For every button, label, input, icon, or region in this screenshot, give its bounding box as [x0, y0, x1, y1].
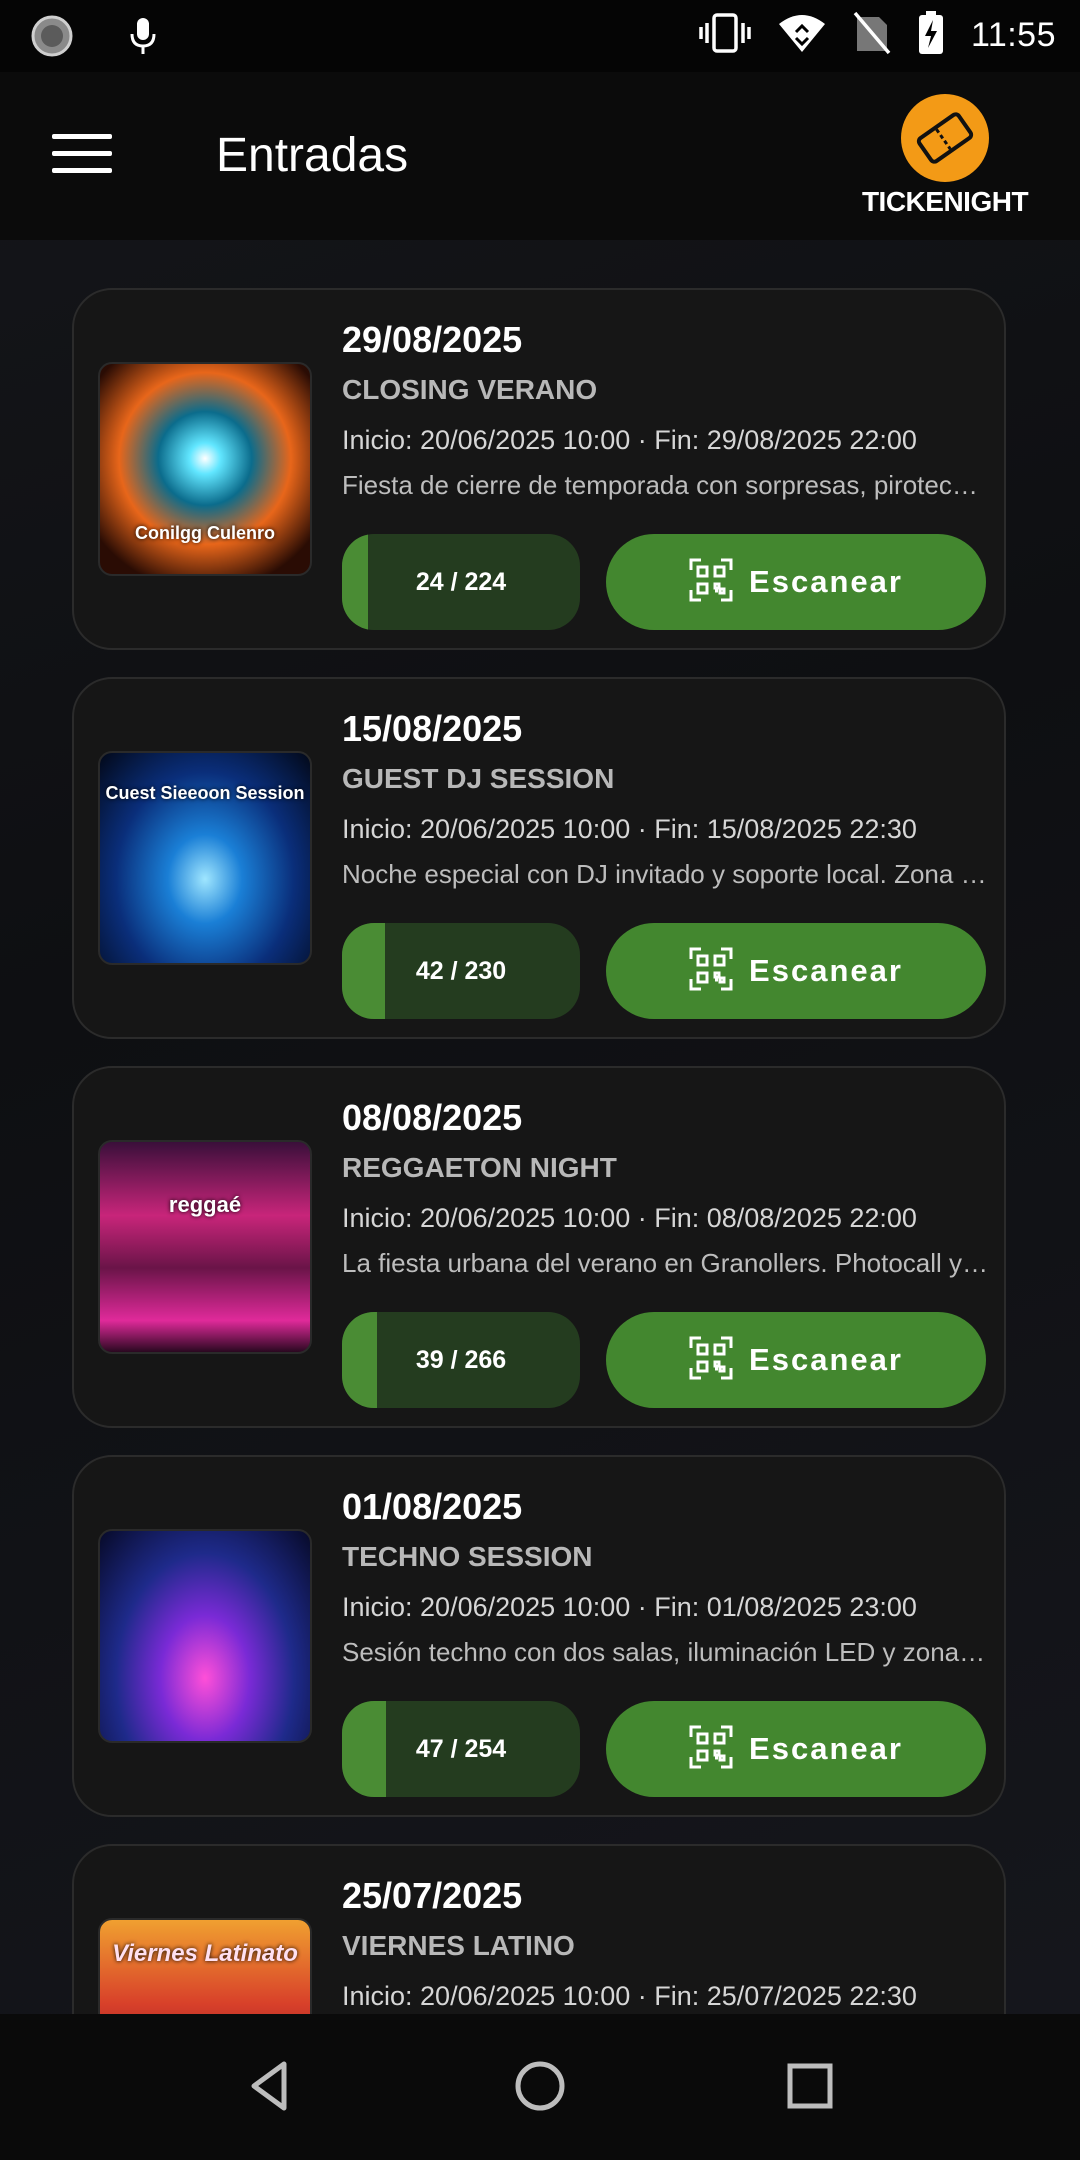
event-description: Noche especial con DJ invitado y soporte… — [342, 859, 992, 889]
event-list: Conilgg Culenro 29/08/2025 CLOSING VERAN… — [0, 240, 1080, 2014]
scan-button-label: Escanear — [749, 1731, 903, 1766]
event-description: La fiesta urbana del verano en Granoller… — [342, 1248, 992, 1278]
event-date: 15/08/2025 — [342, 708, 523, 749]
scan-progress: 42 / 230 — [342, 923, 580, 1019]
event-image-text: Viernes Latinato — [112, 1940, 298, 1967]
home-icon — [515, 2061, 565, 2111]
qr-code-icon — [689, 1336, 733, 1385]
scan-button-label: Escanear — [749, 953, 903, 988]
no-sim-icon — [853, 11, 891, 60]
event-image: Conilgg Culenro — [98, 362, 312, 576]
event-card[interactable]: Cuest Sieeoon Session 15/08/2025 GUEST D… — [72, 677, 1006, 1039]
event-card[interactable]: 01/08/2025 TECHNO SESSION Inicio: 20/06/… — [72, 1455, 1006, 1817]
event-times: Inicio: 20/06/2025 10:00 · Fin: 25/07/20… — [342, 1981, 917, 2011]
scan-button[interactable]: Escanear — [606, 923, 986, 1019]
scan-progress: 47 / 254 — [342, 1701, 580, 1797]
progress-counter: 24 / 224 — [415, 567, 507, 596]
event-date: 29/08/2025 — [342, 319, 523, 360]
system-nav-bar — [0, 2014, 1080, 2160]
event-date: 25/07/2025 — [342, 1875, 523, 1916]
event-times: Inicio: 20/06/2025 10:00 · Fin: 29/08/20… — [342, 425, 917, 455]
back-icon — [251, 2061, 287, 2111]
event-image: Viernes Latinato — [98, 1918, 312, 2014]
event-image: reggaé — [98, 1140, 312, 1354]
logo-text: TICKENIGHT — [861, 186, 1029, 217]
progress-counter: 47 / 254 — [415, 1734, 507, 1763]
event-name: VIERNES LATINO — [342, 1930, 575, 1961]
status-bar: 11:55 — [0, 0, 1080, 72]
wifi-icon — [777, 12, 827, 59]
event-date: 08/08/2025 — [342, 1097, 523, 1138]
event-name: REGGAETON NIGHT — [342, 1152, 617, 1183]
qr-code-icon — [689, 1725, 733, 1774]
event-card[interactable]: Conilgg Culenro 29/08/2025 CLOSING VERAN… — [72, 288, 1006, 650]
event-image-text: reggaé — [168, 1192, 242, 1217]
event-description: Fiesta de cierre de temporada con sorpre… — [342, 470, 992, 500]
ticket-icon — [901, 94, 989, 182]
event-name: CLOSING VERANO — [342, 374, 598, 405]
progress-counter: 39 / 266 — [415, 1345, 507, 1374]
menu-line — [52, 168, 112, 173]
app-logo: TICKENIGHT — [860, 94, 1030, 224]
event-card[interactable]: Viernes Latinato 25/07/2025 VIERNES LATI… — [72, 1844, 1006, 2014]
scan-progress: 39 / 266 — [342, 1312, 580, 1408]
battery-charging-icon — [917, 10, 945, 61]
event-image-text: Conilgg Culenro — [135, 523, 275, 543]
event-card[interactable]: reggaé 08/08/2025 REGGAETON NIGHT Inicio… — [72, 1066, 1006, 1428]
progress-counter: 42 / 230 — [415, 956, 507, 985]
event-times: Inicio: 20/06/2025 10:00 · Fin: 08/08/20… — [342, 1203, 917, 1233]
event-image — [98, 1529, 312, 1743]
event-image: Cuest Sieeoon Session — [98, 751, 312, 965]
scan-progress: 24 / 224 — [342, 534, 580, 630]
qr-code-icon — [689, 947, 733, 996]
scan-button-label: Escanear — [749, 1342, 903, 1377]
recents-button[interactable] — [780, 2056, 840, 2116]
event-image-text: Cuest Sieeoon Session — [105, 783, 305, 803]
vibrate-icon — [699, 11, 751, 60]
microphone-icon — [128, 16, 158, 61]
event-name: GUEST DJ SESSION — [342, 763, 615, 794]
event-times: Inicio: 20/06/2025 10:00 · Fin: 01/08/20… — [342, 1592, 917, 1622]
menu-line — [52, 151, 112, 156]
back-button[interactable] — [240, 2056, 300, 2116]
event-date: 01/08/2025 — [342, 1486, 523, 1527]
scan-button[interactable]: Escanear — [606, 1312, 986, 1408]
home-button[interactable] — [510, 2056, 570, 2116]
page-title: Entradas — [216, 129, 409, 182]
scan-button-label: Escanear — [749, 564, 903, 599]
scan-button[interactable]: Escanear — [606, 1701, 986, 1797]
menu-button[interactable] — [52, 134, 112, 178]
qr-code-icon — [689, 558, 733, 607]
sync-icon — [30, 14, 74, 63]
recents-icon — [787, 2063, 833, 2109]
event-name: TECHNO SESSION — [342, 1541, 593, 1572]
event-description: Sesión techno con dos salas, iluminación… — [342, 1637, 992, 1667]
app-bar: Entradas TICKENIGHT — [0, 72, 1080, 240]
scan-button[interactable]: Escanear — [606, 534, 986, 630]
event-times: Inicio: 20/06/2025 10:00 · Fin: 15/08/20… — [342, 814, 917, 844]
menu-line — [52, 134, 112, 139]
clock: 11:55 — [970, 16, 1056, 54]
